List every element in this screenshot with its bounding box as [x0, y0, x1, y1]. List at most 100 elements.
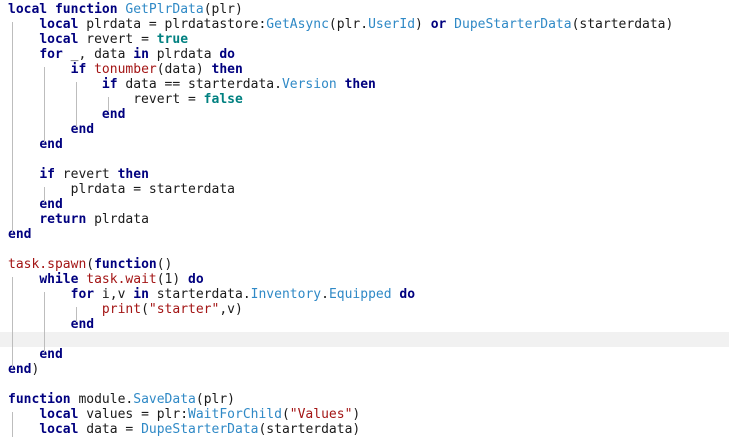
code-token: DupeStarterData	[454, 17, 572, 32]
code-line[interactable]	[0, 152, 729, 167]
code-line[interactable]: end	[0, 347, 729, 362]
code-token: GetAsync	[266, 17, 329, 32]
code-token: (data)	[156, 62, 212, 77]
code-token: return	[39, 212, 87, 227]
code-line[interactable]: while task.wait(1) do	[0, 272, 729, 287]
code-token: (plr.	[328, 17, 369, 32]
code-token: .	[321, 287, 329, 302]
code-token: plrdata = starterdata	[8, 182, 235, 197]
code-token: (plr)	[203, 2, 243, 17]
code-token: ()	[156, 257, 173, 272]
code-line[interactable]: end	[0, 227, 729, 242]
code-token: starterdata.	[148, 287, 251, 302]
code-line[interactable]: if data == starterdata.Version then	[0, 77, 729, 92]
code-token: end	[70, 122, 95, 137]
code-line[interactable]: end	[0, 197, 729, 212]
indent-guide	[76, 307, 77, 322]
code-token: spawn	[47, 257, 87, 272]
code-line[interactable]: end	[0, 107, 729, 122]
code-token: do	[188, 272, 204, 287]
indent-guide	[12, 412, 13, 437]
code-line[interactable]: return plrdata	[0, 212, 729, 227]
code-token: values = plr:	[78, 407, 189, 422]
code-token: do	[399, 287, 416, 302]
code-token: false	[203, 92, 243, 107]
code-token: DupeStarterData	[141, 422, 259, 437]
code-token: revert	[54, 167, 118, 182]
code-token: end	[70, 317, 95, 332]
code-line[interactable]: local revert = true	[0, 32, 729, 47]
code-line[interactable]: for _, data in plrdata do	[0, 47, 729, 62]
code-token: end	[39, 137, 63, 152]
code-line[interactable]: local values = plr:WaitForChild("Values"…	[0, 407, 729, 422]
code-line[interactable]: local function GetPlrData(plr)	[0, 2, 729, 17]
code-token: revert =	[78, 32, 157, 47]
code-line[interactable]	[0, 242, 729, 257]
code-token: Version	[281, 77, 337, 92]
code-token: "starter"	[148, 302, 220, 317]
code-line[interactable]: end	[0, 317, 729, 332]
code-line[interactable]: end	[0, 137, 729, 152]
indent-guide	[108, 97, 109, 112]
code-token: ,v)	[219, 302, 243, 317]
current-line[interactable]	[0, 332, 729, 347]
code-line[interactable]: function module.SaveData(plr)	[0, 392, 729, 407]
code-line[interactable]: for i,v in starterdata.Inventory.Equippe…	[0, 287, 729, 302]
code-token: "Values"	[289, 407, 353, 422]
code-token: local function	[8, 2, 118, 17]
code-token: for	[39, 47, 63, 62]
code-token: plrdata = plrdatastore:	[78, 17, 267, 32]
code-token: (	[281, 407, 290, 422]
code-token: function	[94, 257, 157, 272]
code-token: Inventory	[250, 287, 322, 302]
code-token: print	[101, 302, 142, 317]
indent-guide	[44, 187, 45, 202]
code-token: WaitForChild	[188, 407, 282, 422]
code-token: or	[430, 17, 447, 32]
code-token: wait	[125, 272, 157, 287]
code-line[interactable]: end)	[0, 362, 729, 377]
code-token: true	[156, 32, 189, 47]
code-token: end	[39, 197, 63, 212]
code-token: SaveData	[133, 392, 196, 407]
code-line[interactable]: print("starter",v)	[0, 302, 729, 317]
code-line[interactable]: task.spawn(function()	[0, 257, 729, 272]
code-token: if	[70, 62, 87, 77]
code-token: task.	[86, 272, 126, 287]
code-token: local	[39, 422, 79, 437]
code-token: (	[141, 302, 149, 317]
code-token: if	[39, 167, 55, 182]
code-token: if	[101, 77, 118, 92]
code-token: in	[133, 47, 149, 62]
code-token: revert =	[8, 92, 204, 107]
code-token: task.	[8, 257, 48, 272]
code-editor[interactable]: local data = DupeStarterData(starterdata…	[0, 0, 729, 437]
code-line[interactable]: local data = DupeStarterData(starterdata…	[0, 422, 729, 437]
code-line[interactable]: revert = false	[0, 92, 729, 107]
code-token: )	[31, 362, 40, 377]
code-line[interactable]: end	[0, 122, 729, 137]
indent-guide	[76, 82, 77, 127]
code-token: plrdata	[86, 212, 149, 227]
code-token: i,v	[94, 287, 134, 302]
code-token: data == starterdata.	[117, 77, 282, 92]
code-token: module.	[70, 392, 134, 407]
code-token: then	[344, 77, 376, 92]
code-line[interactable]: if revert then	[0, 167, 729, 182]
code-token: )	[352, 407, 361, 422]
code-line[interactable]: plrdata = starterdata	[0, 182, 729, 197]
code-line[interactable]	[0, 377, 729, 392]
code-line[interactable]: if tonumber(data) then	[0, 62, 729, 77]
code-line[interactable]: local plrdata = plrdatastore:GetAsync(pl…	[0, 17, 729, 32]
code-token: )	[415, 17, 431, 32]
